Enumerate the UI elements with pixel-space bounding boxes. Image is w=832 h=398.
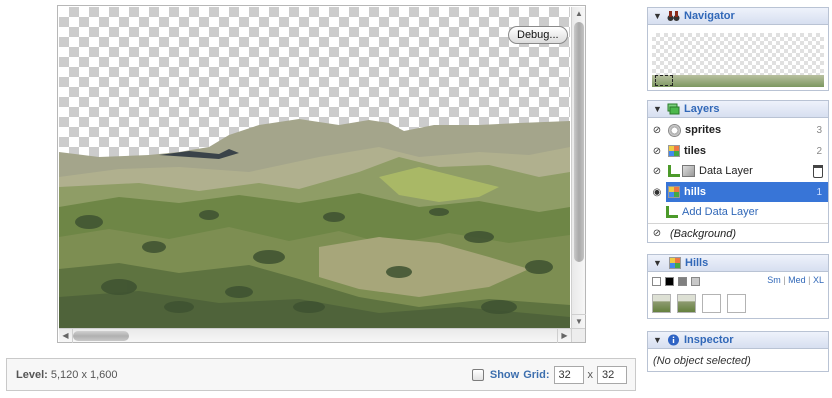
grid-width-input[interactable] bbox=[553, 366, 584, 384]
grid-separator: x bbox=[587, 369, 594, 381]
child-arrow-icon bbox=[668, 165, 680, 177]
size-sm-link[interactable]: Sm bbox=[767, 275, 781, 285]
hidden-eye-icon[interactable]: ⊘ bbox=[648, 125, 666, 136]
layer-row-hills[interactable]: ◉ hills 1 bbox=[648, 182, 828, 202]
add-data-layer-link[interactable]: Add Data Layer bbox=[682, 206, 758, 218]
vertical-scrollbar[interactable]: ▲ ▼ bbox=[571, 7, 586, 328]
grid-height-input[interactable] bbox=[597, 366, 627, 384]
level-canvas-frame: Debug... ▲ ▼ ◀ ▶ bbox=[57, 5, 586, 343]
layer-name: sprites bbox=[685, 124, 722, 136]
inspector-panel: ▼ Inspector (No object selected) bbox=[647, 331, 829, 372]
level-size-readout: Level: 5,120 x 1,600 bbox=[16, 369, 118, 381]
tile-thumbnail[interactable] bbox=[652, 294, 671, 313]
scroll-up-arrow-icon[interactable]: ▲ bbox=[572, 7, 586, 21]
swatch-light-gray[interactable] bbox=[691, 277, 700, 286]
hidden-eye-icon[interactable]: ⊘ bbox=[648, 228, 666, 239]
size-separator: | bbox=[808, 275, 811, 285]
navigator-viewport-rect[interactable] bbox=[655, 75, 673, 86]
horizontal-scrollbar[interactable]: ◀ ▶ bbox=[59, 328, 571, 343]
gear-icon bbox=[668, 123, 681, 137]
show-grid-checkbox[interactable] bbox=[471, 369, 484, 381]
tiles-icon bbox=[669, 257, 681, 269]
navigator-hills-thumbnail bbox=[652, 75, 824, 87]
hills-title: Hills bbox=[685, 257, 709, 269]
inspector-header[interactable]: ▼ Inspector bbox=[648, 332, 828, 349]
layer-count: 3 bbox=[816, 124, 822, 136]
vertical-scroll-thumb[interactable] bbox=[574, 22, 584, 262]
trash-icon[interactable] bbox=[813, 164, 823, 178]
cube-icon bbox=[682, 165, 695, 177]
scroll-corner bbox=[571, 328, 585, 342]
scroll-right-arrow-icon[interactable]: ▶ bbox=[557, 329, 571, 343]
inspector-empty-text: (No object selected) bbox=[653, 355, 751, 367]
layer-count: 1 bbox=[816, 186, 822, 198]
hills-background-art bbox=[59, 119, 570, 328]
add-data-layer-row[interactable]: Add Data Layer bbox=[648, 202, 828, 222]
layers-icon bbox=[667, 103, 680, 115]
level-size: 5,120 x 1,600 bbox=[50, 369, 118, 381]
scroll-down-arrow-icon[interactable]: ▼ bbox=[572, 314, 586, 328]
navigator-preview[interactable] bbox=[652, 33, 824, 87]
layer-name: tiles bbox=[684, 145, 707, 157]
hills-tileset-panel: ▼ Hills Sm | Med | XL bbox=[647, 254, 829, 319]
swatch-gray[interactable] bbox=[678, 277, 687, 286]
scroll-left-arrow-icon[interactable]: ◀ bbox=[59, 329, 73, 343]
layer-row-tiles[interactable]: ⊘ tiles 2 bbox=[648, 141, 828, 161]
tiles-icon bbox=[668, 145, 680, 157]
tile-thumbnails bbox=[652, 294, 746, 313]
tile-thumbnail[interactable] bbox=[727, 294, 746, 313]
horizontal-scroll-thumb[interactable] bbox=[73, 331, 129, 341]
swatch-white[interactable] bbox=[652, 277, 661, 286]
hills-header[interactable]: ▼ Hills bbox=[648, 255, 828, 272]
layer-name: Data Layer bbox=[699, 165, 753, 177]
layer-row-sprites[interactable]: ⊘ sprites 3 bbox=[648, 120, 828, 140]
size-separator: | bbox=[783, 275, 786, 285]
layer-row-background[interactable]: ⊘ (Background) bbox=[648, 223, 828, 243]
info-icon bbox=[668, 334, 679, 346]
size-med-link[interactable]: Med bbox=[788, 275, 806, 285]
collapse-triangle-icon[interactable]: ▼ bbox=[653, 104, 663, 114]
layers-header[interactable]: ▼ Layers bbox=[648, 101, 828, 118]
show-label[interactable]: Show bbox=[490, 369, 519, 381]
selected-layer-highlight[interactable]: hills 1 bbox=[666, 182, 828, 202]
background-label: (Background) bbox=[670, 227, 737, 240]
tiles-icon bbox=[668, 186, 680, 198]
hidden-eye-icon[interactable]: ⊘ bbox=[648, 146, 666, 157]
grid-controls: Show Grid: x bbox=[471, 366, 627, 384]
layer-name: hills bbox=[684, 186, 707, 198]
collapse-triangle-icon[interactable]: ▼ bbox=[653, 11, 663, 21]
swatch-black[interactable] bbox=[665, 277, 674, 286]
hills-toolbar: Sm | Med | XL bbox=[652, 275, 824, 288]
level-label: Level: bbox=[16, 369, 48, 381]
tile-thumbnail[interactable] bbox=[677, 294, 696, 313]
tile-size-links: Sm | Med | XL bbox=[767, 275, 824, 285]
visible-eye-icon[interactable]: ◉ bbox=[648, 187, 666, 198]
navigator-header[interactable]: ▼ Navigator bbox=[648, 8, 828, 25]
hidden-eye-icon[interactable]: ⊘ bbox=[648, 166, 666, 177]
tile-thumbnail[interactable] bbox=[702, 294, 721, 313]
collapse-triangle-icon[interactable]: ▼ bbox=[653, 335, 663, 345]
status-bar: Level: 5,120 x 1,600 Show Grid: x bbox=[6, 358, 636, 391]
layers-panel: ▼ Layers ⊘ sprites 3 ⊘ tiles 2 ⊘ Data La… bbox=[647, 100, 829, 243]
grid-label: Grid: bbox=[523, 369, 550, 381]
navigator-panel: ▼ Navigator bbox=[647, 7, 829, 91]
child-arrow-icon bbox=[666, 206, 678, 218]
binoculars-icon bbox=[667, 11, 680, 21]
layer-count: 2 bbox=[816, 145, 822, 157]
level-canvas[interactable]: Debug... bbox=[59, 7, 570, 328]
layers-title: Layers bbox=[684, 103, 720, 115]
debug-button[interactable]: Debug... bbox=[508, 26, 568, 44]
size-xl-link[interactable]: XL bbox=[813, 275, 824, 285]
navigator-title: Navigator bbox=[684, 10, 735, 22]
layer-row-data-layer[interactable]: ⊘ Data Layer bbox=[648, 161, 828, 181]
inspector-title: Inspector bbox=[684, 334, 734, 346]
collapse-triangle-icon[interactable]: ▼ bbox=[653, 258, 663, 268]
